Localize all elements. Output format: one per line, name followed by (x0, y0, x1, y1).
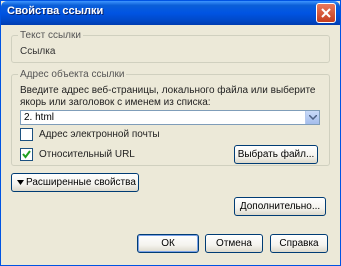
email-address-checkbox-row[interactable]: Адрес электронной почты (20, 128, 220, 142)
triangle-down-icon (17, 179, 24, 185)
link-target-description: Введите адрес веб-страницы, локального ф… (20, 85, 316, 108)
relative-url-label[interactable]: Относительный URL (39, 149, 135, 160)
link-text-value: Ссылка (20, 46, 56, 57)
chevron-down-icon (309, 115, 317, 120)
email-address-checkbox[interactable] (20, 128, 33, 141)
more-button[interactable]: Дополнительно... (234, 197, 326, 216)
window-title: Свойства ссылки (7, 5, 104, 17)
advanced-properties-toggle[interactable]: Расширенные свойства (11, 173, 139, 192)
help-button[interactable]: Справка (270, 234, 328, 253)
choose-file-button[interactable]: Выбрать файл... (234, 145, 318, 164)
link-target-group: Адрес объекта ссылки Введите адрес веб-с… (11, 69, 330, 166)
ok-button[interactable]: ОК (137, 234, 199, 253)
url-dropdown-button[interactable] (305, 111, 319, 124)
url-combobox[interactable]: 2. html (20, 110, 320, 125)
url-input[interactable]: 2. html (24, 112, 54, 123)
cancel-button[interactable]: Отмена (205, 234, 263, 253)
link-properties-dialog: Свойства ссылки Текст ссылки Ссылка Адре… (0, 0, 341, 266)
advanced-properties-label: Расширенные свойства (26, 177, 136, 188)
link-target-legend: Адрес объекта ссылки (18, 69, 127, 80)
title-bar[interactable]: Свойства ссылки (1, 1, 340, 25)
link-text-legend: Текст ссылки (18, 30, 83, 41)
link-text-group: Текст ссылки Ссылка (11, 30, 330, 63)
close-icon (321, 8, 331, 18)
checkmark-icon (22, 150, 31, 159)
relative-url-checkbox-row[interactable]: Относительный URL (20, 148, 220, 162)
relative-url-checkbox[interactable] (20, 148, 33, 161)
close-button[interactable] (316, 3, 336, 23)
email-address-label[interactable]: Адрес электронной почты (39, 129, 160, 140)
